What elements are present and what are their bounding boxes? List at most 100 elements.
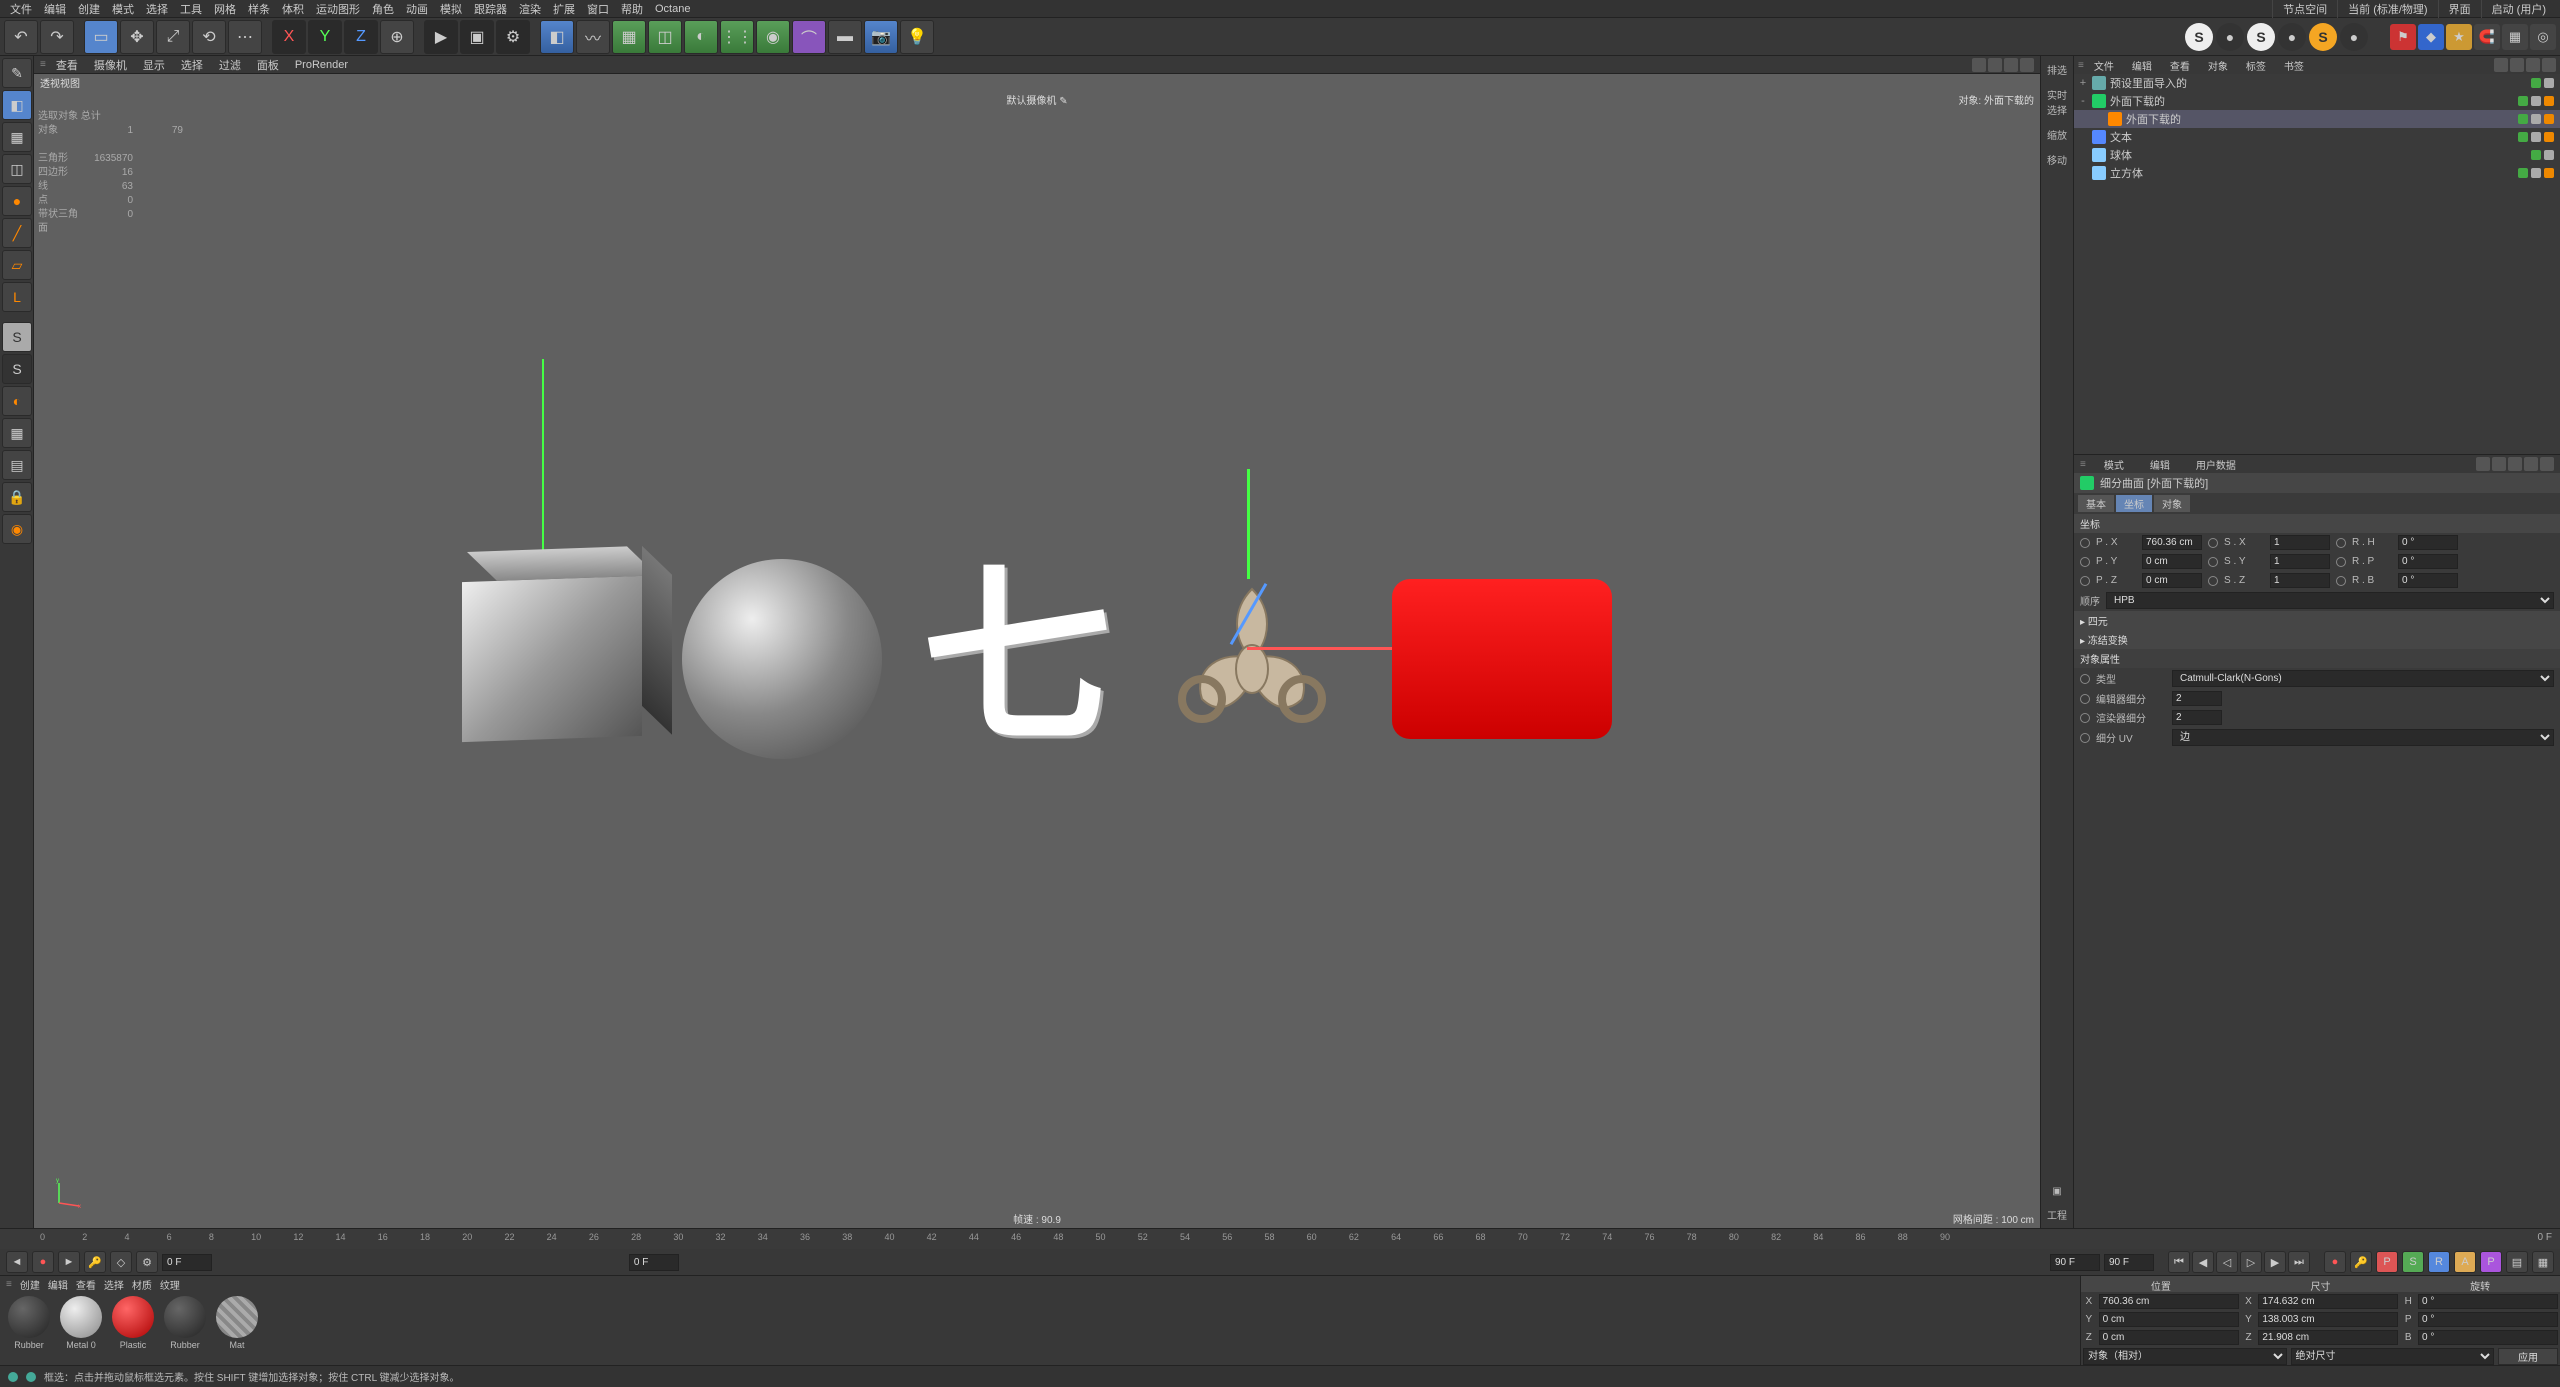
nav-fwd-icon[interactable] [2508,457,2522,471]
vp-menu-view[interactable]: 查看 [50,57,84,73]
play-fwd-button[interactable]: ▷ [2240,1251,2262,1273]
mat-tab-edit[interactable]: 编辑 [48,1277,68,1292]
mode-select[interactable]: 排选 [2043,60,2071,79]
texture-mode-button[interactable]: ▦ [2,122,32,152]
magnet-icon[interactable]: 🧲 [2474,24,2500,50]
locked-button[interactable]: 🔒 [2,482,32,512]
edge-mode-button[interactable]: ╱ [2,218,32,248]
perspective-viewport[interactable]: 选取对象 总计 对象179 三角形1635870 四边形16 线63 点0 带状… [34,90,2040,1228]
material-item[interactable]: Rubber [6,1296,52,1361]
menu-help[interactable]: 帮助 [615,0,649,19]
frame-current-display[interactable] [629,1254,679,1271]
menu-extensions[interactable]: 扩展 [547,0,581,19]
x-axis-button[interactable]: X [272,20,306,54]
y-axis-button[interactable]: Y [308,20,342,54]
obj-tab-edit[interactable]: 编辑 [2124,57,2160,74]
filter-icon[interactable] [2510,58,2524,72]
boole-button[interactable]: ◐ [684,20,718,54]
make-editable-button[interactable]: ✎ [2,58,32,88]
undo-button[interactable]: ↶ [4,20,38,54]
move-button[interactable]: ✥ [120,20,154,54]
menu-mesh[interactable]: 网格 [208,0,242,19]
newwin-icon[interactable] [2540,457,2554,471]
tree-row[interactable]: 外面下载的 [2074,110,2560,128]
octane-dot-icon[interactable]: ● [2216,23,2244,51]
mat-tab-select[interactable]: 选择 [104,1277,124,1292]
render-view-button[interactable]: ▶ [424,20,458,54]
snap-icon[interactable]: ◎ [2530,24,2556,50]
octane-dot2-icon[interactable]: ● [2278,23,2306,51]
attr-tab-userdata[interactable]: 用户数据 [2188,456,2244,473]
octane-dot3-icon[interactable]: ● [2340,23,2368,51]
material-item[interactable]: Metal 0 [58,1296,104,1361]
octane-s3-icon[interactable]: S [2309,23,2337,51]
search-icon[interactable] [2494,58,2508,72]
axis-button[interactable]: L [2,282,32,312]
obj-tab-bookmarks[interactable]: 书签 [2276,57,2312,74]
scale-button[interactable]: ⤢ [156,20,190,54]
light-button[interactable]: 💡 [900,20,934,54]
pos-key-icon[interactable]: P [2376,1251,2398,1273]
vp-nav2-icon[interactable] [1988,58,2002,72]
play-back-button[interactable]: ◁ [2216,1251,2238,1273]
vp-nav3-icon[interactable] [2004,58,2018,72]
tree-row[interactable]: -外面下载的 [2074,92,2560,110]
frame-start-input[interactable] [162,1254,212,1271]
render-settings-button[interactable]: ⚙ [496,20,530,54]
obj-tab-file[interactable]: 文件 [2086,57,2122,74]
z-axis-button[interactable]: Z [344,20,378,54]
menu-octane[interactable]: Octane [649,1,696,17]
obj-tab-objects[interactable]: 对象 [2200,57,2236,74]
vp-nav1-icon[interactable] [1972,58,1986,72]
key-next-icon[interactable]: ► [58,1251,80,1273]
quantize-button[interactable]: ▤ [2,450,32,480]
layout-value[interactable]: 启动 (用户) [2481,0,2556,19]
menu-create[interactable]: 创建 [72,0,106,19]
tree-row[interactable]: 球体 [2074,146,2560,164]
menu-tools[interactable]: 工具 [174,0,208,19]
obj-tab-tags[interactable]: 标签 [2238,57,2274,74]
menu-window[interactable]: 窗口 [581,0,615,19]
node-space-value[interactable]: 当前 (标准/物理) [2337,0,2437,19]
material-item[interactable]: Mat [214,1296,260,1361]
vp-menu-options[interactable]: 选择 [175,57,209,73]
octane-s1-icon[interactable]: S [2185,23,2213,51]
viewport-solo-button[interactable]: S [2,322,32,352]
lock-icon[interactable] [2524,457,2538,471]
menu-tracker[interactable]: 跟踪器 [468,0,513,19]
order-select[interactable]: HPB [2106,592,2554,609]
attr-subtab-object[interactable]: 对象 [2154,495,2190,512]
mode-move[interactable]: 移动 [2043,150,2071,169]
next-frame-button[interactable]: ▶ [2264,1251,2286,1273]
menu-spline[interactable]: 样条 [242,0,276,19]
key-rec-icon[interactable]: ● [32,1251,54,1273]
prev-frame-button[interactable]: ◀ [2192,1251,2214,1273]
red-flag-icon[interactable]: ⚑ [2390,24,2416,50]
cloner-button[interactable]: ⋮⋮ [720,20,754,54]
blue-flag-icon[interactable]: ◆ [2418,24,2444,50]
tweak-button[interactable]: ◐ [2,386,32,416]
snap-toggle-button[interactable]: ▦ [2,418,32,448]
apply-button[interactable]: 应用 [2498,1348,2558,1365]
menu-animate[interactable]: 动画 [400,0,434,19]
vp-menu-filter[interactable]: 过滤 [213,57,247,73]
keyopt-icon[interactable]: ⚙ [136,1251,158,1273]
project-icon[interactable]: ▣ [2043,1184,2071,1199]
menu-simulate[interactable]: 模拟 [434,0,468,19]
mat-tab-texture[interactable]: 纹理 [160,1277,180,1292]
autokey-icon[interactable]: 🔑 [84,1251,106,1273]
soft-select-button[interactable]: ◉ [2,514,32,544]
tree-row[interactable]: +预设里面导入的 [2074,74,2560,92]
mat-tab-material[interactable]: 材质 [132,1277,152,1292]
nav-back-icon[interactable] [2476,457,2490,471]
subdiv-button[interactable]: ▦ [612,20,646,54]
rot-key-icon[interactable]: R [2428,1251,2450,1273]
redo-button[interactable]: ↷ [40,20,74,54]
frame-cur-input[interactable] [2050,1254,2100,1271]
goto-end-button[interactable]: ⏭ [2288,1251,2310,1273]
path-icon[interactable] [2542,58,2556,72]
model-mode-button[interactable]: ◧ [2,90,32,120]
coord-mode2-select[interactable]: 绝对尺寸 [2291,1348,2495,1365]
attr-tab-edit[interactable]: 编辑 [2142,456,2178,473]
vp-menu-prorender[interactable]: ProRender [289,59,354,71]
